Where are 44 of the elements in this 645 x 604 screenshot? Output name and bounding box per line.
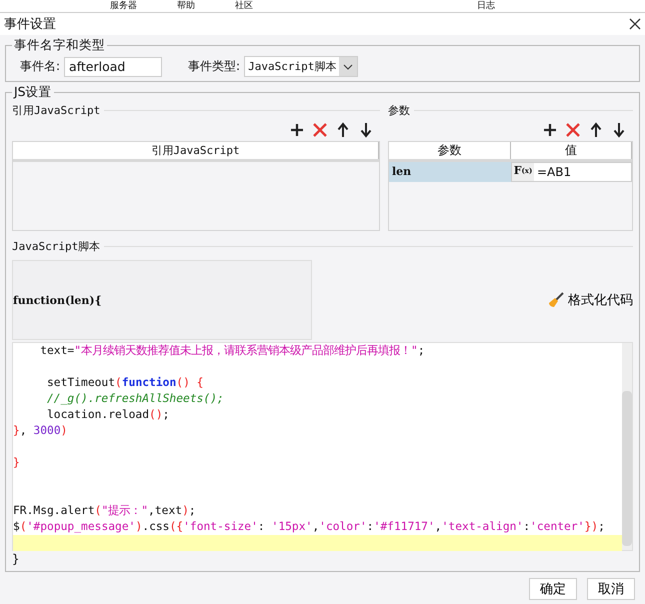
column-header: 值 xyxy=(510,142,632,159)
add-icon[interactable] xyxy=(542,122,558,138)
parameter-name-cell[interactable]: len xyxy=(389,162,511,182)
close-icon[interactable] xyxy=(629,18,641,30)
section-title: 引用JavaScript xyxy=(12,103,100,118)
field-label: 事件名: xyxy=(20,58,60,75)
event-name-field[interactable]: afterload xyxy=(64,56,162,76)
column-header: 参数 xyxy=(389,142,510,159)
group-title: JS设置 xyxy=(12,84,53,101)
code-line: //_g().refreshAllSheets(); xyxy=(46,391,225,407)
move-down-icon[interactable] xyxy=(611,122,627,138)
move-up-icon[interactable] xyxy=(335,122,351,138)
delete-icon[interactable] xyxy=(312,122,328,138)
code-line: FR.Msg.alert("提示：",text); xyxy=(13,503,197,519)
scrollbar-thumb[interactable] xyxy=(622,391,632,546)
code-line: text="本月续销天数推荐值未上报，请联系营销本级产品部维护后再填报！"; xyxy=(39,343,426,359)
dialog-button[interactable]: 确定 xyxy=(529,578,577,600)
broom-icon xyxy=(548,292,564,308)
move-up-icon[interactable] xyxy=(588,122,604,138)
menu-item[interactable]: 日志 xyxy=(477,0,495,12)
group-title: 事件名字和类型 xyxy=(13,37,106,54)
column-header: 引用JavaScript xyxy=(13,142,379,159)
code-line: setTimeout(function() { xyxy=(46,375,204,391)
code-line: }, 3000) xyxy=(13,423,68,439)
chevron-down-icon xyxy=(343,64,354,70)
menu-item[interactable]: 服务器 xyxy=(110,0,137,12)
field-label: 事件类型: xyxy=(188,58,240,75)
delete-icon[interactable] xyxy=(565,122,581,138)
format-code-button[interactable]: 格式化代码 xyxy=(548,291,633,309)
window-title: 事件设置 xyxy=(4,16,56,33)
dialog-button[interactable]: 取消 xyxy=(587,578,635,600)
section-title: 参数 xyxy=(388,103,410,118)
section-title: JavaScript脚本 xyxy=(12,239,100,254)
code-editor[interactable] xyxy=(12,342,633,551)
menu-item[interactable]: 帮助 xyxy=(177,0,195,12)
move-down-icon[interactable] xyxy=(358,122,374,138)
code-line: } xyxy=(12,551,20,567)
code-line: location.reload(); xyxy=(46,407,170,423)
add-icon[interactable] xyxy=(289,122,305,138)
function-signature: function(len){ xyxy=(12,260,312,340)
code-line: $('#popup_message').css({'font-size': '15px','color':'#f11717','text-align':'center'}); xyxy=(13,519,606,535)
menu-item[interactable]: 社区 xyxy=(235,0,253,12)
code-line: } xyxy=(13,455,21,471)
event-type-dropdown[interactable]: JavaScript脚本 xyxy=(244,56,358,77)
